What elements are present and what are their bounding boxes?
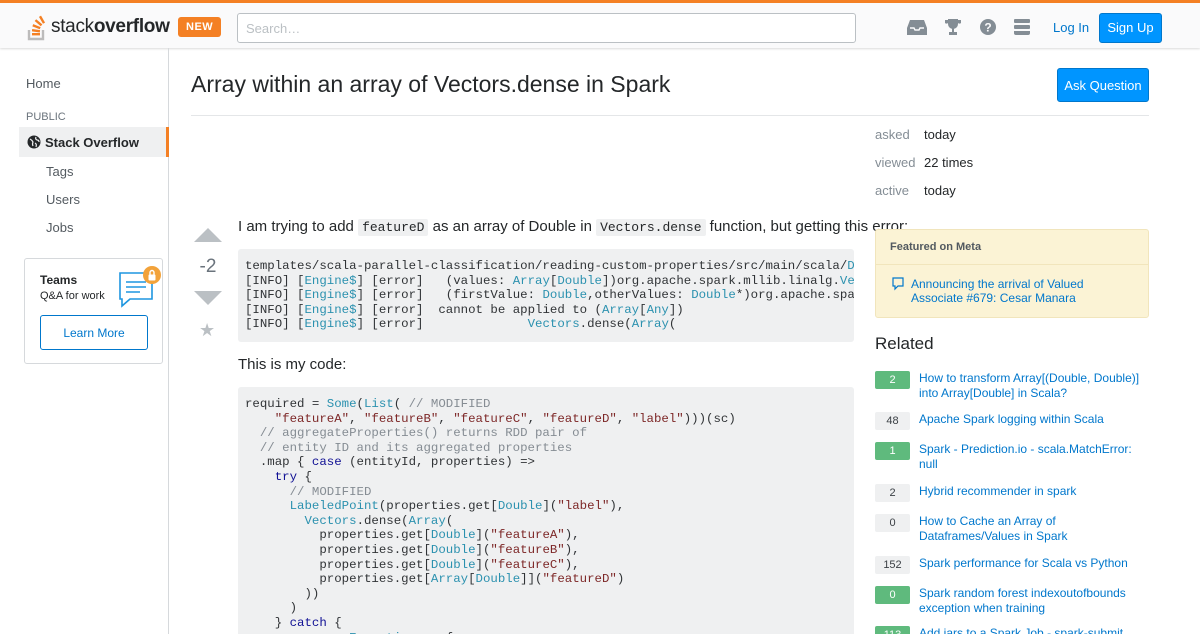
top-bar: stackoverflow NEW ? Log In Sign Up xyxy=(0,0,1200,48)
site-switcher-icon[interactable] xyxy=(1012,17,1032,37)
question-title[interactable]: Array within an array of Vectors.dense i… xyxy=(191,71,670,98)
related-score: 2 xyxy=(875,371,910,389)
chat-bubble-icon xyxy=(892,277,904,291)
teams-title: Teams xyxy=(40,273,78,287)
intro-text-1: I am trying to add xyxy=(238,218,359,235)
inbox-icon[interactable] xyxy=(907,17,927,37)
nav-users[interactable]: Users xyxy=(46,192,80,207)
related-score: 48 xyxy=(875,412,910,430)
teams-chat-lock-icon xyxy=(119,266,161,308)
help-icon[interactable]: ? xyxy=(978,17,998,37)
related-item[interactable]: 0 Spark random forest indexoutofbounds ex… xyxy=(875,586,1141,615)
active-value: today xyxy=(924,183,956,198)
nav-stack-overflow-label: Stack Overflow xyxy=(45,134,139,150)
error-code-block[interactable]: templates/scala-parallel-classification/… xyxy=(238,249,854,342)
upvote-icon[interactable] xyxy=(193,227,223,243)
nav-jobs[interactable]: Jobs xyxy=(46,220,73,235)
nav-home[interactable]: Home xyxy=(26,76,61,91)
inline-code-featured: featureD xyxy=(358,219,429,236)
related-item[interactable]: 0 How to Cache an Array of Dataframes/Val… xyxy=(875,514,1141,543)
downvote-icon[interactable] xyxy=(193,290,223,306)
signup-button[interactable]: Sign Up xyxy=(1099,13,1162,43)
related-title-link[interactable]: How to transform Array[(Double, Double)]… xyxy=(919,371,1141,400)
active-label: active xyxy=(875,183,909,198)
stackoverflow-logo-icon xyxy=(27,15,46,41)
related-title-link[interactable]: Spark - Prediction.io - scala.MatchError… xyxy=(919,442,1141,471)
related-item[interactable]: 2 How to transform Array[(Double, Double)… xyxy=(875,371,1141,400)
source-code-block[interactable]: required = Some(List( // MODIFIED "featu… xyxy=(238,387,854,634)
favorite-star-icon[interactable]: ★ xyxy=(199,320,215,341)
logo-text-light: stack xyxy=(51,16,94,37)
vote-count: -2 xyxy=(199,256,217,277)
teams-promo: Teams Q&A for work Learn More xyxy=(24,258,163,364)
svg-text:?: ? xyxy=(984,21,991,35)
learn-more-button[interactable]: Learn More xyxy=(40,315,148,350)
title-divider xyxy=(191,115,1149,116)
related-heading: Related xyxy=(875,334,934,353)
inline-code-vectors-dense: Vectors.dense xyxy=(596,219,706,236)
logo-text-bold: overflow xyxy=(93,16,170,37)
related-score: 152 xyxy=(875,556,910,574)
related-item[interactable]: 48 Apache Spark logging within Scala xyxy=(875,412,1141,430)
site-logo[interactable]: stackoverflow xyxy=(26,11,170,43)
meta-item[interactable]: Announcing the arrival of Valued Associa… xyxy=(892,277,1111,305)
globe-icon xyxy=(27,135,41,149)
nav-tags[interactable]: Tags xyxy=(46,164,73,179)
related-item[interactable]: 1 Spark - Prediction.io - scala.MatchErro… xyxy=(875,442,1141,471)
related-title-link[interactable]: Spark performance for Scala vs Python xyxy=(919,556,1141,571)
related-title-link[interactable]: Apache Spark logging within Scala xyxy=(919,412,1141,427)
viewed-value: 22 times xyxy=(924,155,974,170)
login-link[interactable]: Log In xyxy=(1043,13,1099,43)
ask-question-button[interactable]: Ask Question xyxy=(1057,68,1149,102)
meta-heading: Featured on Meta xyxy=(876,230,1148,265)
related-score: 0 xyxy=(875,586,910,604)
related-score: 113 xyxy=(875,626,910,634)
related-title-link[interactable]: Spark random forest indexoutofbounds exc… xyxy=(919,586,1141,615)
related-title-link[interactable]: How to Cache an Array of Dataframes/Valu… xyxy=(919,514,1141,543)
viewed-label: viewed xyxy=(875,155,916,170)
logo-text: stackoverflow xyxy=(51,16,170,38)
related-title-link[interactable]: Add jars to a Spark Job - spark-submit xyxy=(919,626,1141,634)
teams-subtitle: Q&A for work xyxy=(40,290,105,302)
related-score: 0 xyxy=(875,514,910,532)
left-sidebar: Home PUBLIC Stack Overflow Tags Users Jo… xyxy=(0,48,169,634)
related-score: 2 xyxy=(875,484,910,502)
featured-on-meta: Featured on Meta Announcing the arrival … xyxy=(875,229,1149,318)
related-title-link[interactable]: Hybrid recommender in spark xyxy=(919,484,1141,499)
question-intro: I am trying to add featureD as an array … xyxy=(238,218,908,236)
nav-stack-overflow[interactable]: Stack Overflow xyxy=(19,127,169,157)
asked-label: asked xyxy=(875,127,910,142)
meta-item-link[interactable]: Announcing the arrival of Valued Associa… xyxy=(911,277,1111,305)
trophy-icon[interactable] xyxy=(943,17,963,37)
related-item[interactable]: 113 Add jars to a Spark Job - spark-submi… xyxy=(875,626,1141,634)
asked-value: today xyxy=(924,127,956,142)
nav-section-public: PUBLIC xyxy=(26,111,66,123)
intro-text-2: as an array of Double in xyxy=(428,218,597,235)
search-input[interactable] xyxy=(237,13,856,43)
related-item[interactable]: 152 Spark performance for Scala vs Python xyxy=(875,556,1141,574)
related-score: 1 xyxy=(875,442,910,460)
new-badge: NEW xyxy=(178,17,222,37)
code-intro-text: This is my code: xyxy=(238,356,347,373)
related-item[interactable]: 2 Hybrid recommender in spark xyxy=(875,484,1141,502)
